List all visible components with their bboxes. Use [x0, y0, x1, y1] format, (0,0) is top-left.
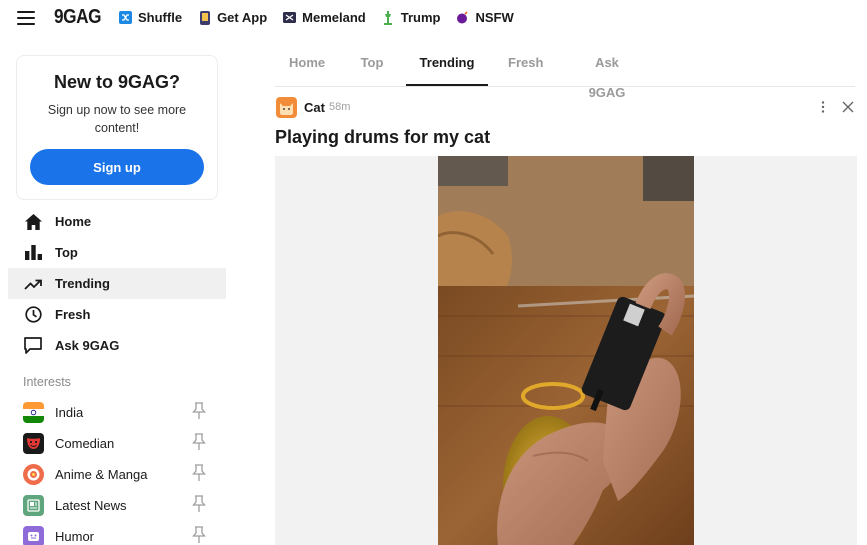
- memeland-icon: [283, 11, 297, 24]
- sidebar-item-trending[interactable]: Trending: [8, 268, 226, 299]
- sidebar-item-label: Top: [55, 245, 78, 260]
- tab-top[interactable]: Top: [360, 48, 384, 86]
- news-icon: [23, 495, 44, 516]
- phone-icon: [198, 10, 211, 25]
- statue-of-liberty-icon: [382, 10, 395, 25]
- nav-trump-label: Trump: [400, 10, 441, 25]
- signup-button[interactable]: Sign up: [30, 149, 204, 185]
- interest-label: Humor: [55, 529, 95, 544]
- promo-text: Sign up now to see more content!: [47, 103, 187, 135]
- pin-icon[interactable]: [192, 526, 206, 544]
- humor-icon: [23, 526, 44, 545]
- chat-bubble-icon: [24, 337, 42, 355]
- sidebar-nav: Home Top Trending Fresh Ask 9GAG: [8, 206, 226, 361]
- top-bar: 9GAG Shuffle Get App Memeland Trump NSFW: [0, 0, 867, 36]
- clock-icon: [24, 306, 42, 324]
- sidebar-item-label: Ask 9GAG: [55, 338, 120, 353]
- interests-heading: Interests: [23, 375, 71, 389]
- interest-label: Comedian: [55, 436, 115, 451]
- sidebar-item-fresh[interactable]: Fresh: [8, 299, 226, 330]
- post-section-name[interactable]: Cat: [304, 100, 325, 115]
- pin-icon[interactable]: [192, 433, 206, 451]
- sidebar-item-label: Home: [55, 214, 92, 229]
- bar-chart-icon: [24, 244, 42, 262]
- post-timestamp: 58m: [329, 101, 351, 113]
- interest-label: India: [55, 405, 84, 420]
- shuffle-icon: [119, 11, 132, 24]
- interest-item-latest-news[interactable]: Latest News: [8, 490, 226, 521]
- interest-label: Anime & Manga: [55, 467, 148, 482]
- comedian-icon: [23, 433, 44, 454]
- feed-tabs: Home Top Trending Fresh Ask 9GAG: [275, 48, 855, 100]
- sidebar-item-top[interactable]: Top: [8, 237, 226, 268]
- promo-title: New to 9GAG?: [53, 72, 180, 92]
- pin-icon[interactable]: [192, 464, 206, 482]
- post-media-frame: [275, 156, 857, 545]
- tab-home[interactable]: Home: [289, 48, 325, 86]
- home-icon: [24, 213, 42, 231]
- tab-ask-9gag[interactable]: Ask 9GAG: [577, 48, 637, 100]
- cat-section-icon[interactable]: [276, 97, 297, 118]
- interest-item-humor[interactable]: Humor: [8, 521, 226, 545]
- nav-nsfw-label: NSFW: [475, 10, 514, 25]
- signup-promo-card: New to 9GAG? Sign up now to see more con…: [16, 55, 218, 200]
- close-icon[interactable]: [841, 100, 855, 114]
- pin-icon[interactable]: [192, 495, 206, 513]
- nav-shuffle[interactable]: Shuffle: [119, 10, 182, 25]
- interest-label: Latest News: [55, 498, 127, 513]
- nav-get-app[interactable]: Get App: [198, 10, 267, 25]
- post-title: Playing drums for my cat: [275, 127, 491, 147]
- nav-memeland[interactable]: Memeland: [283, 10, 366, 25]
- nav-trump[interactable]: Trump: [382, 10, 441, 25]
- interest-item-comedian[interactable]: Comedian: [8, 428, 226, 459]
- sidebar-item-label: Trending: [55, 276, 110, 291]
- india-flag-icon: [23, 402, 44, 423]
- trending-icon: [24, 275, 42, 293]
- pin-icon[interactable]: [192, 402, 206, 420]
- bomb-icon: [456, 11, 469, 24]
- nav-nsfw[interactable]: NSFW: [456, 10, 514, 25]
- interest-item-anime-manga[interactable]: Anime & Manga: [8, 459, 226, 490]
- post-header: Cat 58m: [276, 96, 856, 120]
- sidebar-item-home[interactable]: Home: [8, 206, 226, 237]
- anime-icon: [23, 464, 44, 485]
- nav-shuffle-label: Shuffle: [138, 10, 183, 25]
- tab-fresh[interactable]: Fresh: [508, 48, 543, 86]
- interests-list: India Comedian Anime & Manga Latest News: [8, 397, 226, 545]
- menu-icon[interactable]: [17, 11, 35, 25]
- top-nav: Shuffle Get App Memeland Trump NSFW: [119, 10, 530, 25]
- logo[interactable]: 9GAG: [54, 6, 101, 29]
- sidebar-item-ask-9gag[interactable]: Ask 9GAG: [8, 330, 226, 361]
- more-options-icon[interactable]: [820, 100, 826, 114]
- post-video[interactable]: [438, 156, 694, 545]
- sidebar-item-label: Fresh: [55, 307, 91, 322]
- nav-get-app-label: Get App: [217, 10, 268, 25]
- nav-memeland-label: Memeland: [302, 10, 366, 25]
- tab-trending[interactable]: Trending: [406, 48, 488, 86]
- interest-item-india[interactable]: India: [8, 397, 226, 428]
